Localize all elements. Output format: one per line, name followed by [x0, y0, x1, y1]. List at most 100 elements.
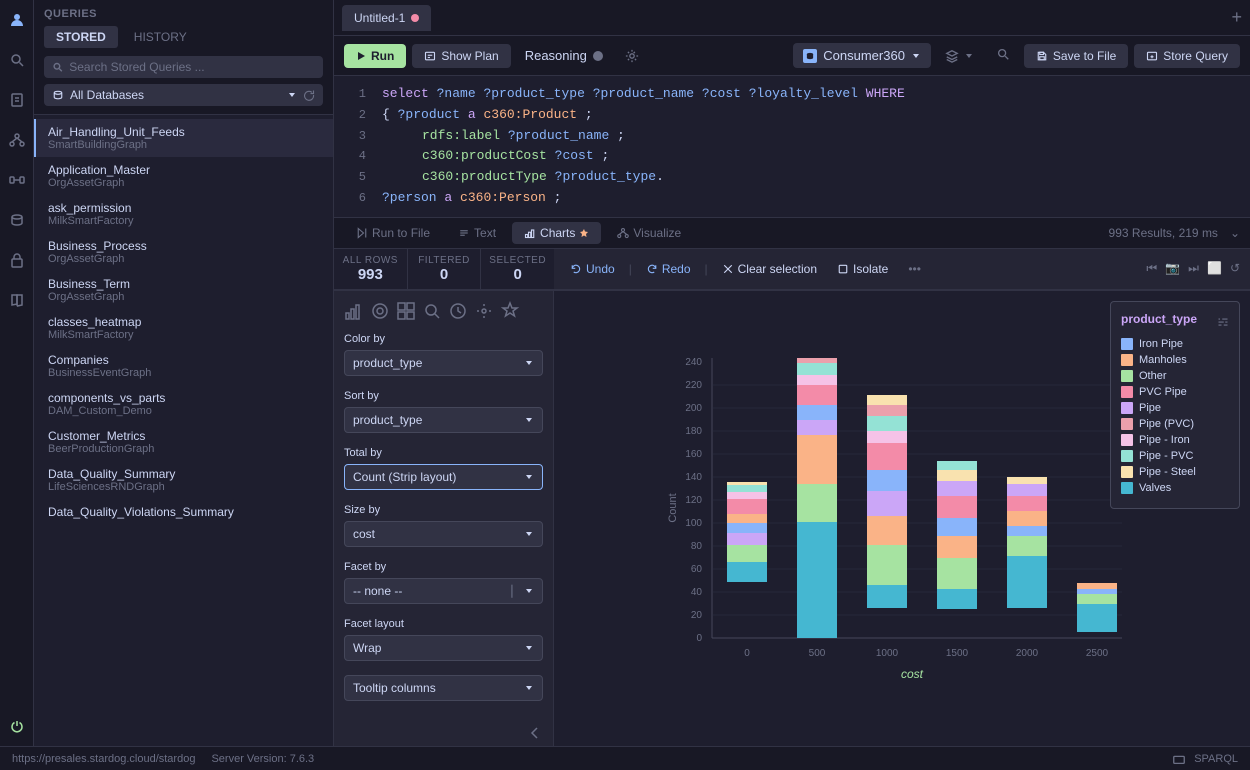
connect-icon[interactable] — [5, 168, 29, 192]
run-button[interactable]: Run — [344, 44, 406, 68]
status-url: https://presales.stardog.cloud/stardog — [12, 753, 195, 765]
file-icon[interactable] — [5, 88, 29, 112]
svg-text:0: 0 — [744, 648, 750, 659]
legend-item-pvc-pipe: PVC Pipe — [1121, 386, 1229, 398]
list-item[interactable]: Companies BusinessEventGraph — [34, 347, 333, 385]
user-icon[interactable] — [5, 8, 29, 32]
sidebar-list: Air_Handling_Unit_Feeds SmartBuildingGra… — [34, 115, 333, 746]
list-item[interactable]: classes_heatmap MilkSmartFactory — [34, 309, 333, 347]
chart-type-clock[interactable] — [448, 301, 468, 321]
isolate-button[interactable]: Isolate — [831, 259, 894, 279]
more-button[interactable]: ••• — [902, 259, 927, 279]
facet-layout-select[interactable]: Wrap — [344, 635, 543, 661]
settings-button[interactable] — [617, 44, 647, 68]
tab-add-button[interactable]: + — [1231, 7, 1242, 28]
svg-text:180: 180 — [685, 426, 702, 437]
list-item[interactable]: Application_Master OrgAssetGraph — [34, 157, 333, 195]
book-icon[interactable] — [5, 288, 29, 312]
total-by-select[interactable]: Count (Strip layout) — [344, 464, 543, 490]
show-plan-button[interactable]: Show Plan — [412, 44, 510, 68]
text-tab-icon — [458, 227, 470, 239]
svg-text:200: 200 — [685, 403, 702, 414]
list-item[interactable]: Data_Quality_Violations_Summary — [34, 499, 333, 525]
facet-layout-group: Facet layout Wrap — [344, 618, 543, 661]
svg-text:2500: 2500 — [1086, 648, 1109, 659]
query-tab-untitled[interactable]: Untitled-1 — [342, 5, 431, 31]
database-icon[interactable] — [5, 208, 29, 232]
main-content: Untitled-1 + Run Show Plan Reasoning — [334, 0, 1250, 746]
chart-icon-3d[interactable]: ⬜ — [1207, 261, 1222, 276]
toolbar-search-button[interactable] — [988, 42, 1018, 69]
color-by-select[interactable]: product_type — [344, 350, 543, 376]
legend-item-manholes: Manholes — [1121, 354, 1229, 366]
tab-text[interactable]: Text — [446, 222, 508, 244]
sort-by-select[interactable]: product_type — [344, 407, 543, 433]
icon-bar — [0, 0, 34, 746]
redo-button[interactable]: Redo — [640, 259, 697, 279]
search-input-icon — [52, 61, 63, 73]
list-item[interactable]: Business_Term OrgAssetGraph — [34, 271, 333, 309]
db-selector[interactable]: All Databases — [44, 84, 323, 106]
tooltip-columns-select[interactable]: Tooltip columns — [344, 675, 543, 701]
list-item[interactable]: Customer_Metrics BeerProductionGraph — [34, 423, 333, 461]
chart-icon-prev[interactable]: ⏮ — [1146, 261, 1157, 276]
chart-legend: product_type Iron Pipe Manholes — [1110, 301, 1240, 509]
tab-charts[interactable]: Charts — [512, 222, 601, 244]
code-editor[interactable]: 1 select ?name ?product_type ?product_na… — [334, 76, 1250, 218]
reasoning-toggle[interactable]: Reasoning — [517, 48, 611, 63]
legend-title: product_type — [1121, 312, 1197, 326]
undo-button[interactable]: Undo — [564, 259, 621, 279]
store-query-button[interactable]: Store Query — [1134, 44, 1240, 68]
search-input[interactable] — [69, 60, 315, 74]
clear-selection-button[interactable]: Clear selection — [716, 259, 823, 279]
list-item[interactable]: Business_Process OrgAssetGraph — [34, 233, 333, 271]
tab-visualize[interactable]: Visualize — [605, 222, 693, 244]
chart-type-grid[interactable] — [396, 301, 416, 321]
code-line-1: 1 select ?name ?product_type ?product_na… — [334, 84, 1250, 105]
tooltip-columns-group: Tooltip columns — [344, 675, 543, 701]
tooltip-chevron-icon — [524, 683, 534, 693]
stat-selected: SELECTED 0 — [481, 249, 554, 289]
chart-type-palette[interactable] — [370, 301, 390, 321]
chart-icon-camera[interactable]: 📷 — [1165, 261, 1180, 276]
search-icon[interactable] — [5, 48, 29, 72]
list-item[interactable]: Data_Quality_Summary LifeSciencesRNDGrap… — [34, 461, 333, 499]
language-label: SPARQL — [1194, 753, 1238, 765]
chart-type-bar[interactable] — [344, 301, 364, 321]
lock-icon[interactable] — [5, 248, 29, 272]
reasoning-dot — [593, 51, 603, 61]
tab-name: Untitled-1 — [354, 11, 405, 25]
tab-history[interactable]: HISTORY — [122, 26, 199, 48]
tab-run-to-file[interactable]: Run to File — [344, 222, 442, 244]
list-item[interactable]: components_vs_parts DAM_Custom_Demo — [34, 385, 333, 423]
charts-tab-icon — [524, 227, 536, 239]
svg-text:220: 220 — [685, 380, 702, 391]
chart-type-settings[interactable] — [474, 301, 494, 321]
size-by-select[interactable]: cost — [344, 521, 543, 547]
facet-chevron-icon — [524, 586, 534, 596]
chart-icon-next[interactable]: ⏭ — [1188, 261, 1199, 276]
legend-options-icon[interactable] — [1217, 316, 1229, 328]
tab-stored[interactable]: STORED — [44, 26, 118, 48]
chart-type-pin[interactable] — [500, 301, 520, 321]
list-item[interactable]: ask_permission MilkSmartFactory — [34, 195, 333, 233]
isolate-icon — [837, 263, 849, 275]
chart-type-search[interactable] — [422, 301, 442, 321]
database-dropdown[interactable]: Consumer360 — [793, 43, 931, 68]
save-to-file-button[interactable]: Save to File — [1024, 44, 1128, 68]
save-icon — [1036, 50, 1048, 62]
chart-icon-rotate[interactable]: ↺ — [1230, 261, 1240, 276]
reasoning-label: Reasoning — [525, 48, 587, 63]
search-box — [44, 56, 323, 78]
power-icon[interactable] — [5, 714, 29, 738]
graph-icon[interactable] — [5, 128, 29, 152]
facet-by-select[interactable]: -- none -- ▏ — [344, 578, 543, 604]
refresh-icon[interactable] — [303, 89, 315, 101]
expand-button[interactable]: ⌄ — [1230, 226, 1240, 240]
collapse-panel-button[interactable] — [527, 725, 543, 744]
svg-text:140: 140 — [685, 472, 702, 483]
svg-text:0: 0 — [696, 633, 702, 644]
list-item[interactable]: Air_Handling_Unit_Feeds SmartBuildingGra… — [34, 119, 333, 157]
redo-icon — [646, 263, 658, 275]
layers-button[interactable] — [937, 44, 982, 68]
